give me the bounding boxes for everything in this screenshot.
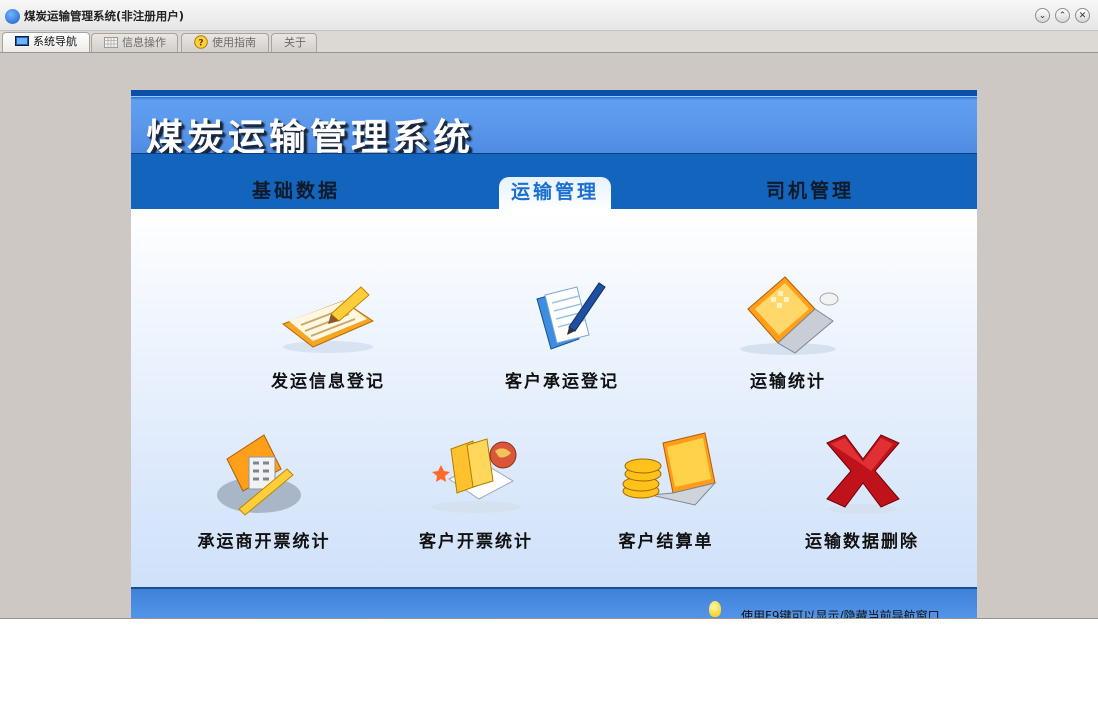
footer-tip: 使用F9键可以显示/隐藏当前导航窗口 xyxy=(741,609,940,618)
books-globe-icon xyxy=(431,438,521,513)
help-icon: ? xyxy=(194,35,208,49)
module-label: 客户结算单 xyxy=(618,532,714,552)
red-x-icon xyxy=(826,434,900,514)
module-customer-invoice-stats[interactable]: 客户开票统计 xyxy=(381,429,571,552)
nav-tab-driver-mgmt[interactable]: 司机管理 xyxy=(766,176,854,203)
laptop-calculator-icon xyxy=(740,276,839,355)
tab-bar: 系统导航 信息操作 ? 使用指南 关于 xyxy=(0,31,1098,53)
footer-bar: 使用F9键可以显示/隐藏当前导航窗口 xyxy=(131,587,977,618)
module-nav: 基础数据 运输管理 司机管理 xyxy=(131,153,977,211)
svg-text:?: ? xyxy=(198,39,203,49)
building-invoice-icon xyxy=(217,434,301,516)
notepad-pen-icon xyxy=(536,282,606,350)
chevron-down-icon[interactable]: ⌄ xyxy=(1035,8,1050,23)
tab-info-ops[interactable]: 信息操作 xyxy=(91,33,178,52)
module-label: 承运商开票统计 xyxy=(197,532,331,552)
module-customer-settlement[interactable]: 客户结算单 xyxy=(571,429,761,552)
app-logo-icon xyxy=(5,9,20,24)
close-icon[interactable]: ✕ xyxy=(1075,8,1090,23)
grid-icon xyxy=(104,37,118,48)
window-title: 煤炭运输管理系统(非注册用户) xyxy=(24,9,185,23)
nav-tab-basic-data[interactable]: 基础数据 xyxy=(252,176,340,203)
module-label: 运输数据删除 xyxy=(805,532,919,552)
coins-laptop-icon xyxy=(622,432,717,506)
tab-label: 系统导航 xyxy=(33,35,77,48)
module-transport-data-delete[interactable]: 运输数据删除 xyxy=(767,429,957,552)
module-label: 客户承运登记 xyxy=(505,372,619,392)
module-grid: 发运信息登记 客户承运登记 运输统计 承运商开票统计 客户开票统计 客户结算单 … xyxy=(131,209,977,587)
tab-label: 使用指南 xyxy=(212,36,256,49)
header-banner: 煤炭运输管理系统 xyxy=(131,96,977,159)
tab-user-guide[interactable]: ? 使用指南 xyxy=(181,33,269,52)
module-shipment-register[interactable]: 发运信息登记 xyxy=(233,269,423,392)
app-window: 煤炭运输管理系统(非注册用户) ⌄ ⌃ ✕ 系统导航 信息操作 ? 使用指南 关… xyxy=(0,0,1098,619)
navigation-panel: 煤炭运输管理系统 基础数据 运输管理 司机管理 发运信息登记 客户承运登记 运输… xyxy=(131,90,977,618)
title-bar: 煤炭运输管理系统(非注册用户) ⌄ ⌃ ✕ xyxy=(0,0,1098,31)
clipboard-pencil-icon xyxy=(281,286,375,353)
chevron-up-icon[interactable]: ⌃ xyxy=(1055,8,1070,23)
tab-system-nav[interactable]: 系统导航 xyxy=(2,32,90,52)
lightbulb-icon xyxy=(709,601,721,617)
tab-label: 信息操作 xyxy=(122,36,166,49)
module-label: 客户开票统计 xyxy=(419,532,533,552)
module-customer-carrier-register[interactable]: 客户承运登记 xyxy=(467,269,657,392)
module-transport-stats[interactable]: 运输统计 xyxy=(693,269,883,392)
tab-about[interactable]: 关于 xyxy=(271,33,317,52)
monitor-icon xyxy=(15,36,29,46)
nav-tab-transport-mgmt[interactable]: 运输管理 xyxy=(499,177,611,211)
tab-label: 关于 xyxy=(284,36,306,49)
module-carrier-invoice-stats[interactable]: 承运商开票统计 xyxy=(169,429,359,552)
module-label: 运输统计 xyxy=(750,372,826,392)
module-label: 发运信息登记 xyxy=(271,372,385,392)
